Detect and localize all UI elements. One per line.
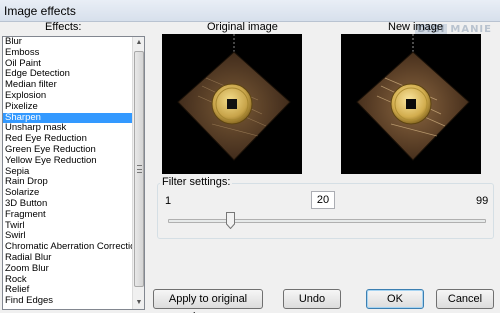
scroll-down-icon[interactable]: ▼ [133,297,144,309]
effect-item[interactable]: Sepia [3,167,133,178]
effect-item[interactable]: Sharpen [3,112,133,124]
effect-item[interactable]: Swirl [3,231,133,242]
ok-button[interactable]: OK [366,289,424,309]
filter-value-field[interactable]: 20 [311,191,335,209]
effect-item[interactable]: Rain Drop [3,177,133,188]
watermark-part-2: MANIE [450,23,492,35]
effects-label: Effects: [45,21,82,33]
undo-button[interactable]: Undo [283,289,341,309]
effect-item[interactable]: Relief [3,285,133,296]
slider-max-label: 99 [476,195,489,207]
filter-slider-track[interactable] [168,219,486,223]
effect-item[interactable]: Find Edges [3,296,133,307]
original-image-preview [162,34,302,174]
effect-item[interactable]: Oil Paint [3,59,133,70]
effect-item[interactable]: Zoom Blur [3,264,133,275]
effect-item[interactable]: Emboss [3,48,133,59]
scroll-up-icon[interactable]: ▲ [133,37,144,49]
effect-item[interactable]: 3D Button [3,199,133,210]
effect-item[interactable]: Fragment [3,210,133,221]
effects-scrollbar[interactable]: ▲ ▼ [132,37,144,309]
effect-item[interactable]: Edge Detection [3,69,133,80]
slider-min-label: 1 [165,195,172,207]
effects-items: Blur Emboss Oil Paint Edge Detection Median … [3,37,133,307]
title-bar: Image effects [0,0,500,22]
new-image-preview [341,34,481,174]
effect-item[interactable]: Radial Blur [3,253,133,264]
effect-item[interactable]: Twirl [3,221,133,232]
new-image-label: New image [388,21,444,33]
filter-settings-label: Filter settings: [160,176,233,188]
effect-item[interactable]: Explosion [3,91,133,102]
effect-item[interactable]: Green Eye Reduction [3,145,133,156]
window-title: Image effects [4,4,76,18]
effect-item[interactable]: Blur [3,37,133,48]
effects-list[interactable]: Blur Emboss Oil Paint Edge Detection Median … [2,36,145,310]
effect-item[interactable]: Yellow Eye Reduction [3,156,133,167]
original-image-label: Original image [207,21,278,33]
effect-item[interactable]: Solarize [3,188,133,199]
slider-thumb-icon[interactable] [225,212,235,229]
effect-item[interactable]: Chromatic Aberration Correction [3,242,133,253]
apply-to-original-button[interactable]: Apply to original image [153,289,263,313]
scrollbar-thumb[interactable] [134,51,144,287]
effect-item[interactable]: Median filter [3,80,133,91]
effect-item[interactable]: Unsharp mask [3,123,133,134]
effect-item[interactable]: Red Eye Reduction [3,134,133,145]
effect-item[interactable]: Pixelize [3,102,133,113]
grip-icon [137,165,142,173]
cancel-button[interactable]: Cancel [436,289,494,309]
effect-item[interactable]: Rock [3,275,133,286]
